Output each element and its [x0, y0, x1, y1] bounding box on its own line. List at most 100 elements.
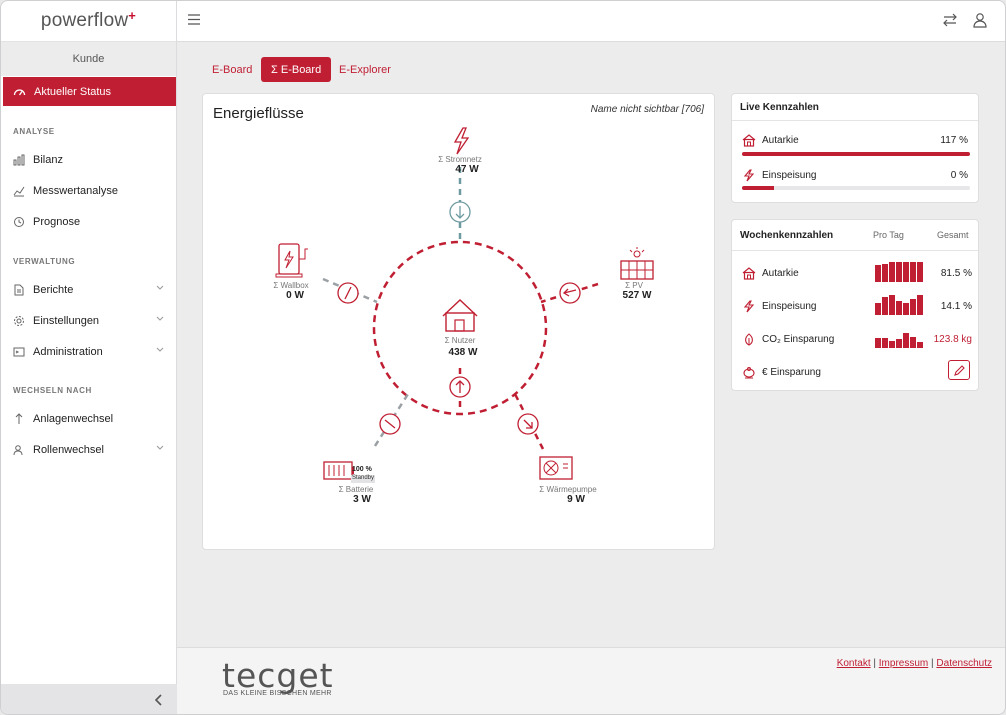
customer-label: Kunde: [72, 53, 105, 65]
pv-flow-left-icon: [559, 282, 581, 304]
brand-name: powerflow: [40, 10, 129, 31]
live-bar-fill: [742, 152, 970, 156]
user-icon[interactable]: [972, 12, 988, 28]
piggy-bank-icon: [742, 366, 756, 379]
weekly-label: CO₂ Einsparung: [762, 333, 835, 345]
user-value: 438 W: [448, 347, 478, 358]
topbar: [177, 1, 1005, 42]
weekly-spark-einspeisung: [875, 295, 923, 315]
wallbox-label: Σ Wallbox: [273, 281, 309, 290]
footer: tecget DAS KLEINE BISSCHEN MEHR Kontakt …: [177, 647, 1005, 714]
solar-panel-icon: [620, 247, 654, 280]
sidebar-item-berichte[interactable]: Berichte: [3, 278, 176, 302]
sidebar-item-aktueller-status[interactable]: Aktueller Status: [3, 77, 176, 106]
brand-mark: +: [128, 7, 137, 23]
tab-sum-e-board[interactable]: Σ E-Board: [261, 57, 332, 82]
live-label: Einspeisung: [762, 169, 817, 181]
spark-bar: [889, 341, 895, 348]
hamburger-icon[interactable]: [188, 14, 200, 25]
wallbox-idle-icon: [337, 282, 359, 304]
link-separator: |: [931, 658, 934, 669]
sidebar-item-bilanz[interactable]: Bilanz: [3, 148, 176, 172]
sidebar-item-label: Administration: [33, 346, 103, 358]
house-icon: [442, 299, 478, 332]
weekly-label: Autarkie: [762, 267, 799, 279]
pv-value: 527 W: [622, 290, 652, 301]
terminal-icon: [13, 346, 25, 358]
spark-bar: [910, 262, 916, 282]
col-total: Gesamt: [937, 230, 969, 240]
live-value: 0 %: [950, 169, 968, 181]
app-window: powerflow + Kunde Aktueller Status ANALYS…: [0, 0, 1006, 715]
weekly-value: 81.5 %: [940, 268, 972, 279]
spark-bar: [882, 338, 888, 348]
wallbox-value: 0 W: [286, 290, 304, 301]
brand-logo[interactable]: powerflow +: [1, 1, 176, 42]
line-chart-icon: [13, 185, 25, 197]
spark-bar: [882, 297, 888, 315]
link-impressum[interactable]: Impressum: [879, 658, 928, 669]
user-label: Σ Nutzer: [444, 336, 476, 345]
heatpump-value: 9 W: [567, 494, 585, 505]
battery-soc: 100 %: [352, 466, 372, 473]
lightning-icon: [453, 127, 470, 155]
energy-flow-card: Energieflüsse Name nicht sichtbar [706]: [202, 93, 715, 550]
battery-label: Σ Batterie: [338, 485, 374, 494]
spark-bar: [917, 295, 923, 315]
spark-bar: [903, 333, 909, 348]
weekly-value: 123.8 kg: [933, 334, 972, 345]
house-icon: [742, 266, 756, 280]
sidebar-item-administration[interactable]: Administration: [3, 340, 176, 364]
sidebar-item-anlagenwechsel[interactable]: Anlagenwechsel: [3, 407, 176, 431]
grid-value: 47 W: [455, 164, 479, 175]
lightning-icon: [742, 299, 756, 313]
weekly-row-autarkie: Autarkie: [742, 264, 799, 282]
sidebar-item-label: Messwertanalyse: [33, 185, 118, 197]
sidebar-item-label: Prognose: [33, 216, 81, 228]
link-separator: |: [873, 658, 876, 669]
gear-icon: [13, 315, 25, 327]
heat-pump-icon: [539, 456, 573, 480]
heatpump-label: Σ Wärmepumpe: [539, 485, 597, 494]
tab-e-explorer[interactable]: E-Explorer: [329, 57, 401, 82]
section-wechseln-nach: WECHSELN NACH: [13, 386, 92, 395]
lightning-icon: [742, 168, 756, 182]
customer-selector[interactable]: Kunde: [1, 42, 176, 76]
spark-bar: [903, 303, 909, 315]
sidebar-item-messwertanalyse[interactable]: Messwertanalyse: [3, 179, 176, 203]
sidebar: powerflow + Kunde Aktueller Status ANALYS…: [1, 1, 177, 714]
col-per-day: Pro Tag: [873, 230, 904, 240]
sidebar-item-rollenwechsel[interactable]: Rollenwechsel: [3, 438, 176, 462]
spark-bar: [875, 303, 881, 315]
heatpump-flow-icon: [517, 413, 539, 435]
spark-bar: [875, 338, 881, 348]
users-icon: [13, 444, 25, 456]
weekly-row-co2: CO₂ Einsparung: [742, 330, 834, 348]
chevron-down-icon: [156, 316, 164, 321]
sidebar-collapse-button[interactable]: [1, 684, 177, 714]
leaf-icon: [742, 332, 756, 346]
live-kpi-title: Live Kennzahlen: [740, 102, 819, 113]
pv-label: Σ PV: [625, 281, 643, 290]
sidebar-item-label: Bilanz: [33, 154, 63, 166]
user-flow-up-icon: [449, 376, 471, 398]
edit-button[interactable]: [948, 360, 970, 380]
arrow-up-icon: [13, 413, 25, 425]
swap-icon[interactable]: [942, 12, 958, 28]
spark-bar: [889, 295, 895, 315]
weekly-row-euro: € Einsparung: [742, 363, 821, 381]
spark-bar: [910, 299, 916, 315]
sidebar-item-label: Aktueller Status: [34, 85, 112, 98]
sidebar-item-prognose[interactable]: Prognose: [3, 210, 176, 234]
sidebar-item-einstellungen[interactable]: Einstellungen: [3, 309, 176, 333]
tab-e-board[interactable]: E-Board: [202, 57, 262, 82]
battery-value: 3 W: [353, 494, 371, 505]
link-datenschutz[interactable]: Datenschutz: [936, 658, 992, 669]
link-kontakt[interactable]: Kontakt: [837, 658, 871, 669]
weekly-label: € Einsparung: [762, 366, 821, 378]
chevron-down-icon: [156, 285, 164, 290]
section-analyse: ANALYSE: [13, 127, 55, 136]
document-icon: [13, 284, 25, 296]
spark-bar: [896, 301, 902, 315]
weekly-spark-autarkie: [875, 262, 923, 282]
